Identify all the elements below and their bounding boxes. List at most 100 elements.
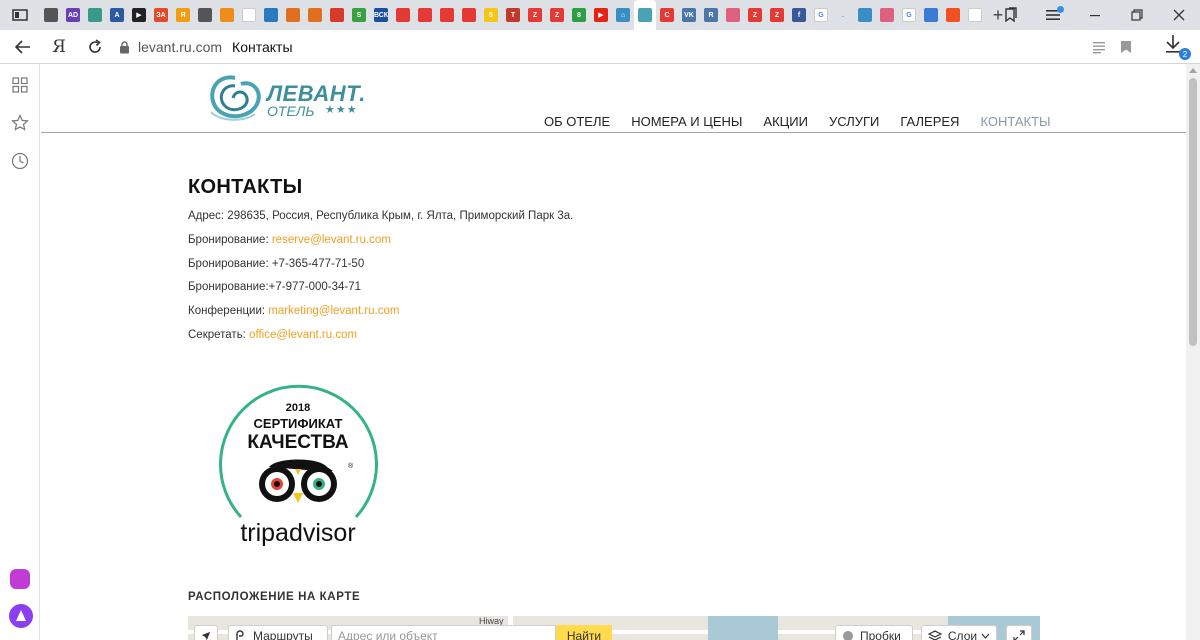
downloads-button[interactable]: 2: [1164, 34, 1191, 60]
bookmark-icon[interactable]: [1120, 40, 1132, 54]
url-field[interactable]: levant.ru.com Контакты: [118, 34, 1140, 60]
tab-favicon-facebook[interactable]: f: [788, 0, 810, 30]
minimize-button[interactable]: [1074, 0, 1116, 30]
tab-favicon-z2[interactable]: Z: [546, 0, 568, 30]
tab-favicon-green-icon: S: [352, 8, 366, 22]
tab-favicon-8[interactable]: 8: [568, 0, 590, 30]
expand-icon: [1013, 630, 1025, 640]
reader-mode-icon[interactable]: [1092, 40, 1106, 54]
tab-favicon-red-o2[interactable]: [414, 0, 436, 30]
nav-item-1[interactable]: НОМЕРА И ЦЕНЫ: [631, 114, 742, 129]
restore-button[interactable]: [1116, 0, 1158, 30]
alice-app-icon[interactable]: [10, 569, 30, 589]
tab-favicon-dot[interactable]: .: [832, 0, 854, 30]
map-geolocation-button[interactable]: [194, 625, 218, 640]
sidebar-history-button[interactable]: [9, 150, 31, 172]
tab-favicon-5[interactable]: 5: [480, 0, 502, 30]
tab-favicon-red-o2-icon: [418, 8, 432, 22]
yandex-home-button[interactable]: Я: [42, 30, 76, 64]
page-scrollbar[interactable]: [1186, 64, 1200, 640]
tab-favicon-green[interactable]: S: [348, 0, 370, 30]
browser-menu-button[interactable]: [1032, 0, 1074, 30]
tab-favicon-gear[interactable]: [282, 0, 304, 30]
nav-item-5[interactable]: КОНТАКТЫ: [980, 114, 1050, 129]
arrow-left-icon: [15, 40, 30, 54]
tab-favicon-levant[interactable]: [634, 0, 656, 30]
tab-favicon-chat-icon: [924, 8, 938, 22]
tab-favicon-ad-icon: AD: [66, 8, 80, 22]
sidebar-bookmarks-button[interactable]: [9, 112, 31, 134]
window-controls: [990, 0, 1200, 30]
tab-favicon-rss[interactable]: [216, 0, 238, 30]
reload-button[interactable]: [78, 30, 112, 64]
tab-favicon-gear2[interactable]: [304, 0, 326, 30]
hotel-logo[interactable]: ЛЕВАНТ. ОТЕЛЬ ★★★: [205, 72, 365, 124]
tab-favicon-z3[interactable]: Z: [744, 0, 766, 30]
nav-item-2[interactable]: АКЦИИ: [763, 114, 808, 129]
scroll-thumb[interactable]: [1189, 78, 1197, 346]
nav-item-3[interactable]: УСЛУГИ: [829, 114, 879, 129]
tab-favicon-r-icon: R: [704, 8, 718, 22]
tab-favicon-red[interactable]: [326, 0, 348, 30]
tab-favicon-google[interactable]: G: [810, 0, 832, 30]
map-traffic-button[interactable]: Пробки: [835, 625, 913, 640]
tabs-menu-button[interactable]: [0, 0, 40, 30]
badge-line2: КАЧЕСТВА: [247, 432, 349, 453]
map-find-button[interactable]: Найти: [556, 625, 612, 640]
tripadvisor-certificate-badge[interactable]: 2018 СЕРТИФИКАТ КАЧЕСТВА ® tripadvisor: [217, 381, 380, 546]
map-fullscreen-button[interactable]: [1006, 625, 1032, 640]
map-sea: [708, 616, 778, 640]
tab-favicon-home[interactable]: ⌂: [612, 0, 634, 30]
tab-favicon-t[interactable]: T: [502, 0, 524, 30]
yandex-map[interactable]: Hiway Маршруты Адрес или объект Найти Пр…: [188, 616, 1040, 640]
tab-favicon-chat[interactable]: [920, 0, 942, 30]
tab-favicon-red-o3[interactable]: [436, 0, 458, 30]
tab-favicon-chart[interactable]: [260, 0, 282, 30]
url-domain: levant.ru.com: [138, 39, 223, 55]
badge-line1: СЕРТИФИКАТ: [254, 416, 343, 431]
back-button[interactable]: [6, 30, 40, 64]
tab-favicon-doc[interactable]: [964, 0, 986, 30]
window-list-icon: [12, 9, 28, 21]
tab-favicon-c[interactable]: C: [656, 0, 678, 30]
tab-favicon-za-icon: ЗА: [154, 8, 168, 22]
tab-favicon-r[interactable]: R: [700, 0, 722, 30]
tab-favicon-orange[interactable]: Я: [172, 0, 194, 30]
nav-item-0[interactable]: ОБ ОТЕЛЕ: [544, 114, 610, 129]
contact-email-link[interactable]: marketing@levant.ru.com: [268, 305, 399, 317]
tab-favicon-red-o4[interactable]: [458, 0, 480, 30]
map-layers-button[interactable]: Слои: [921, 625, 997, 640]
contact-label: Бронирование:+7-977-000-34-71: [188, 281, 362, 294]
contact-email-link[interactable]: office@levant.ru.com: [249, 329, 357, 341]
scroll-up-arrow-icon[interactable]: [1189, 68, 1197, 73]
tab-favicon-play[interactable]: ▶: [128, 0, 150, 30]
tab-favicon-blank[interactable]: [238, 0, 260, 30]
tab-favicon-leaf[interactable]: [854, 0, 876, 30]
tab-favicon-1[interactable]: [40, 0, 62, 30]
collections-button[interactable]: [990, 0, 1032, 30]
url-actions: [1092, 34, 1132, 60]
tab-favicon-ad[interactable]: AD: [62, 0, 84, 30]
tab-favicon-vk[interactable]: VK: [678, 0, 700, 30]
tab-favicon-1-icon: [44, 8, 58, 22]
sidebar-apps-button[interactable]: [9, 74, 31, 96]
tab-favicon-flower[interactable]: [722, 0, 744, 30]
tab-favicon-z1[interactable]: Z: [524, 0, 546, 30]
close-window-button[interactable]: [1158, 0, 1200, 30]
tab-favicon-youtube[interactable]: ▶: [590, 0, 612, 30]
tab-favicon-z4[interactable]: Z: [766, 0, 788, 30]
tab-favicon-a[interactable]: A: [106, 0, 128, 30]
tab-favicon-za[interactable]: ЗА: [150, 0, 172, 30]
tab-favicon-vsk[interactable]: ВСК: [370, 0, 392, 30]
nav-item-4[interactable]: ГАЛЕРЕЯ: [900, 114, 959, 129]
tab-favicon-cat[interactable]: [194, 0, 216, 30]
tab-favicon-ms[interactable]: [942, 0, 964, 30]
alice-assistant-icon[interactable]: [9, 604, 33, 628]
tab-favicon-google2[interactable]: G: [898, 0, 920, 30]
map-search-input[interactable]: Адрес или объект: [331, 625, 556, 640]
tab-favicon-circle[interactable]: [84, 0, 106, 30]
map-routes-button[interactable]: Маршруты: [228, 625, 328, 640]
tab-favicon-red-o1[interactable]: [392, 0, 414, 30]
contact-email-link[interactable]: reserve@levant.ru.com: [272, 234, 391, 246]
tab-favicon-flower2[interactable]: [876, 0, 898, 30]
